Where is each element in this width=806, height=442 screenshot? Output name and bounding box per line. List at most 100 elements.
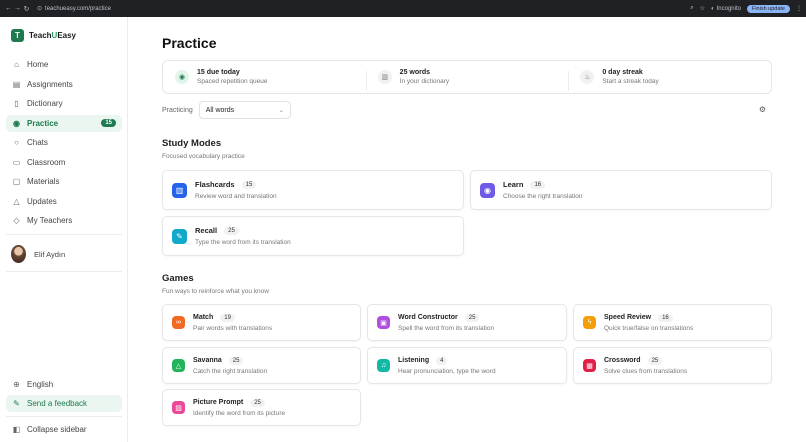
collapse-sidebar-button[interactable]: ◧ Collapse sidebar	[6, 421, 122, 438]
send-feedback-button[interactable]: ✎ Send a feedback	[6, 395, 122, 412]
card-count: 19	[220, 313, 235, 322]
card-title: Learn	[503, 180, 524, 189]
sidebar-item-classroom[interactable]: ▭ Classroom	[6, 154, 122, 171]
card-count: 15	[241, 180, 257, 189]
library-icon: ▥	[377, 70, 392, 84]
sidebar: T TeachUEasy ⌂ Home ▤ Assignments ▯ Diction…	[0, 17, 128, 442]
divider	[6, 271, 122, 272]
language-label: English	[27, 380, 54, 389]
stat-subtitle: Spaced repetition queue	[197, 78, 268, 85]
games-title: Games	[162, 273, 194, 284]
game-card-match[interactable]: ∞ Match 19 Pair words with translations	[162, 304, 361, 341]
practicing-value: All words	[205, 106, 235, 114]
language-selector[interactable]: ⊕ English	[6, 376, 122, 393]
sidebar-item-home[interactable]: ⌂ Home	[6, 56, 122, 73]
brand[interactable]: T TeachUEasy	[11, 29, 76, 42]
practicing-select[interactable]: All words ⌄	[198, 101, 291, 119]
card-title: Picture Prompt	[193, 399, 244, 406]
address-bar[interactable]: ⊙ teachueasy.com/practice	[37, 2, 690, 15]
card-description: Type the word from its translation	[195, 239, 291, 246]
page-title: Practice	[162, 35, 217, 51]
finish-update-button[interactable]: Finish update	[746, 4, 790, 13]
chevron-down-icon: ⌄	[278, 107, 284, 114]
practicing-label: Practicing	[162, 106, 193, 114]
sidebar-item-label: Dictionary	[27, 99, 63, 108]
gear-icon[interactable]: ⚙	[759, 105, 766, 114]
sidebar-item-label: Home	[27, 60, 49, 69]
card-title: Word Constructor	[398, 314, 458, 321]
back-icon[interactable]: ←	[4, 5, 13, 12]
card-count: 25	[464, 313, 480, 322]
sidebar-item-materials[interactable]: ▢ Materials	[6, 173, 122, 190]
divider	[6, 416, 122, 417]
reload-icon[interactable]: ↻	[22, 5, 31, 13]
card-count: 25	[228, 356, 244, 365]
stat-due-today: ◉ 15 due today Spaced repetition queue	[163, 69, 366, 85]
stats-bar: ◉ 15 due today Spaced repetition queue ▥…	[162, 60, 772, 94]
study-mode-card-recall[interactable]: ✎ Recall 25 Type the word from its transl…	[162, 216, 464, 256]
card-title: Listening	[398, 357, 430, 364]
bulb-icon: ◉	[13, 118, 20, 128]
card-count: 16	[530, 180, 546, 189]
card-description: Pair words with translations	[193, 324, 273, 332]
logo: T	[11, 29, 24, 42]
blocks-icon: ▣	[377, 316, 390, 329]
games-subtitle: Fun ways to reinforce what you know	[162, 288, 269, 295]
stat-title: 0 day streak	[602, 69, 643, 76]
sidebar-item-updates[interactable]: △ Updates	[6, 193, 122, 210]
monitor-icon: ▭	[12, 157, 21, 167]
avatar	[11, 245, 26, 263]
sidebar-item-practice[interactable]: ◉ Practice 15	[6, 114, 122, 132]
game-card-word-constructor[interactable]: ▣ Word Constructor 25 Spell the word from…	[367, 304, 567, 341]
sidebar-item-label: Classroom	[27, 157, 66, 167]
book-icon: ▯	[14, 99, 19, 108]
sidebar-item-my-teachers[interactable]: ◇ My Teachers	[6, 212, 122, 229]
card-title: Savanna	[193, 357, 222, 364]
card-title: Flashcards	[195, 180, 235, 189]
incognito-label: Incognito	[716, 5, 741, 12]
link-icon: ∞	[172, 316, 185, 329]
game-card-savanna[interactable]: △ Savanna 25 Catch the right translation	[162, 347, 361, 384]
incognito-icon: ◐	[710, 5, 715, 12]
card-description: Quick true/false on translations	[604, 324, 694, 332]
flame-icon: ♨	[580, 70, 595, 84]
study-mode-card-flashcards[interactable]: ▥ Flashcards 15 Review word and translati…	[162, 170, 464, 210]
game-card-speed-review[interactable]: ϟ Speed Review 16 Quick true/false on tra…	[573, 304, 772, 341]
card-title: Crossword	[604, 357, 641, 364]
card-count: 16	[658, 313, 673, 322]
sidebar-item-assignments[interactable]: ▤ Assignments	[6, 76, 122, 93]
menu-icon[interactable]: ⋮	[796, 5, 802, 12]
site-info-icon[interactable]: ⊙	[37, 5, 42, 12]
card-description: Review word and translation	[195, 193, 277, 200]
search-icon[interactable]: ⌕	[690, 5, 693, 12]
card-description: Choose the right translation	[503, 193, 583, 200]
game-card-crossword[interactable]: ▦ Crossword 25 Solve clues from translati…	[573, 347, 772, 384]
sidebar-item-label: Chats	[27, 138, 48, 147]
user-profile[interactable]: Elif Aydın	[11, 245, 65, 263]
practicing-filter: Practicing All words ⌄	[162, 101, 291, 119]
card-count: 25	[647, 356, 663, 365]
sidebar-item-chats[interactable]: ○ Chats	[6, 134, 122, 151]
study-mode-card-learn[interactable]: ◉ Learn 16 Choose the right translation	[470, 170, 772, 210]
feedback-label: Send a feedback	[27, 399, 88, 408]
card-count: 25	[250, 398, 265, 407]
incognito-indicator[interactable]: ◐ Incognito	[711, 6, 741, 12]
document-icon: ▢	[12, 177, 21, 186]
bookmark-star-icon[interactable]: ☆	[700, 5, 705, 12]
sidebar-item-dictionary[interactable]: ▯ Dictionary	[6, 95, 122, 112]
card-title: Match	[193, 314, 214, 321]
pencil-icon: ✎	[172, 228, 187, 244]
stat-title: 25 words	[399, 69, 431, 76]
drop-icon: △	[172, 359, 185, 372]
headphones-icon: ♫	[377, 359, 390, 372]
card-description: Hear pronunciation, type the word	[398, 367, 496, 375]
game-card-picture-prompt[interactable]: ▨ Picture Prompt 25 Identify the word fro…	[162, 389, 361, 426]
forward-icon[interactable]: →	[13, 5, 22, 12]
study-modes-title: Study Modes	[162, 138, 222, 149]
clipboard-icon: ▤	[12, 79, 21, 89]
pencil-icon: ✎	[13, 399, 20, 408]
brand-name-prefix: Teach	[29, 31, 52, 40]
grid-icon: ▦	[583, 359, 596, 372]
game-card-listening[interactable]: ♫ Listening 4 Hear pronunciation, type th…	[367, 347, 567, 384]
bell-icon: △	[13, 196, 20, 206]
